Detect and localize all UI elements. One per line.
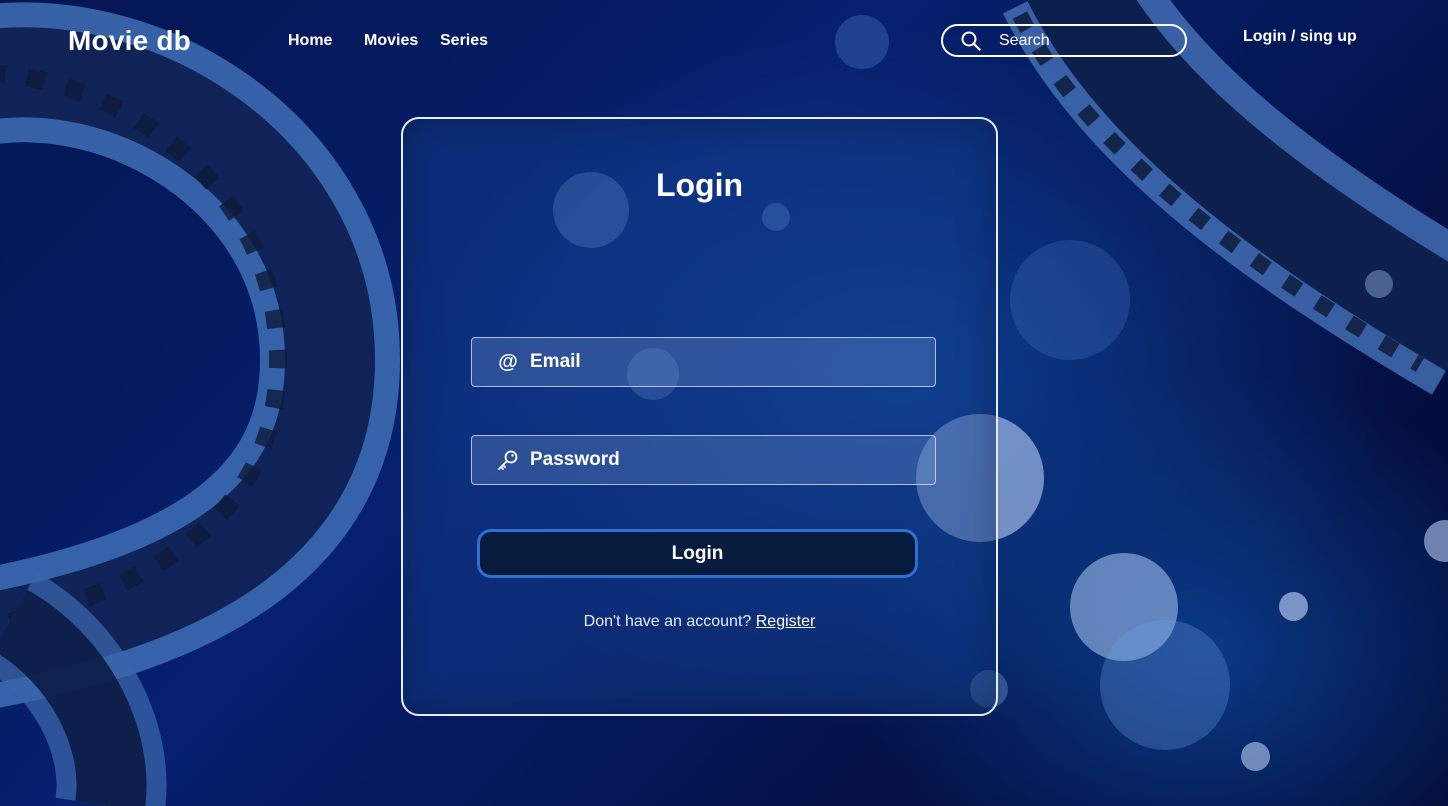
password-field[interactable] (471, 435, 936, 485)
email-field[interactable]: @ (471, 337, 936, 387)
key-icon (496, 448, 520, 472)
register-link[interactable]: Register (756, 613, 816, 630)
nav-home[interactable]: Home (288, 32, 332, 50)
email-input[interactable] (530, 351, 930, 373)
nav-movies[interactable]: Movies (364, 32, 418, 50)
login-button[interactable]: Login (477, 529, 918, 578)
search-box[interactable] (941, 24, 1187, 57)
register-prompt: Don't have an account? (583, 613, 752, 630)
login-signup-link[interactable]: Login / sing up (1243, 28, 1357, 46)
register-prompt-line: Don't have an account? Register (403, 613, 996, 631)
nav-series[interactable]: Series (440, 32, 488, 50)
svg-text:@: @ (498, 351, 518, 373)
search-icon (961, 31, 981, 51)
password-input[interactable] (530, 449, 930, 471)
at-icon: @ (496, 350, 520, 374)
search-input[interactable] (999, 31, 1169, 50)
brand-logo[interactable]: Movie db (68, 25, 191, 57)
login-title: Login (655, 167, 744, 203)
login-card: Login @ Login Don't have an account? Reg… (401, 117, 998, 716)
